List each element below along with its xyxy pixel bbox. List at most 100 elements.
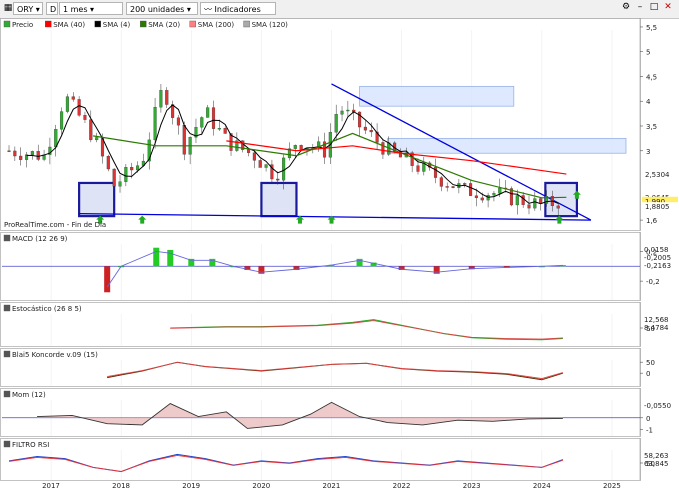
candle-body (293, 145, 297, 149)
y-tick-label: 5 (646, 49, 650, 57)
legend-swatch (3, 234, 11, 242)
value-label: 8,4784 (644, 324, 669, 332)
legend-swatch (3, 20, 11, 28)
y-tick-label: 4 (646, 98, 651, 106)
legend-label: SMA (40) (53, 21, 85, 29)
candle-body (135, 165, 140, 171)
value-label: -0,0550 (644, 402, 671, 410)
rsi-panel: FILTRO RSI5058,26363,845 (0, 438, 669, 481)
momentum-panel: Mom (12) 0 -1 -0,0550 (0, 388, 671, 437)
value-label: 58,263 (644, 452, 669, 460)
indicators-label: Indicadores (214, 5, 261, 14)
candle-body (439, 177, 443, 187)
candle-body (36, 151, 40, 160)
value-label: -0,2005 (644, 254, 671, 262)
highlight-box (78, 181, 116, 218)
y-tick-label: 3,5 (646, 123, 657, 131)
candle-body (95, 137, 99, 141)
candle-body (363, 126, 367, 131)
x-tick-label: 2021 (323, 482, 341, 490)
candle-body (89, 119, 93, 141)
y-tick-label: 4,5 (646, 73, 657, 81)
y-tick-label: 3 (646, 148, 650, 156)
candle-body (381, 142, 385, 155)
value-label: 63,845 (644, 460, 669, 468)
x-tick-label: 2017 (42, 482, 60, 490)
x-tick-label: 2018 (112, 482, 130, 490)
y-tick-label: 1,6 (646, 217, 658, 225)
legend-label: FILTRO RSI (12, 441, 49, 449)
resistance-box (387, 137, 627, 154)
price-panel: Precio SMA (40) SMA (4) SMA (20) SMA (200) SM… (0, 18, 678, 231)
symbol-select[interactable]: ORY ▾ (13, 2, 43, 15)
candle-body (334, 114, 338, 133)
candle-body (13, 150, 17, 157)
candle-body (258, 160, 262, 168)
indicators-button[interactable]: 〰 Indicadores (200, 2, 276, 15)
macd-bar (167, 249, 174, 267)
y-tick-label: 5,5 (646, 24, 657, 32)
candle-body (492, 193, 496, 196)
value-label: 0,0158 (644, 246, 669, 254)
period-select[interactable]: 1 mes ▾ (59, 2, 123, 15)
candle-body (533, 198, 537, 209)
x-tick-label: 2020 (252, 482, 270, 490)
candle-body (282, 157, 286, 181)
legend-label: Mom (12) (12, 391, 46, 399)
candle-body (206, 107, 210, 118)
candle-body (112, 168, 116, 187)
candle-body (153, 107, 157, 141)
candle-body (223, 128, 227, 134)
candle-body (480, 197, 484, 201)
maximize-icon[interactable]: □ (648, 1, 660, 14)
candle-body (182, 125, 186, 155)
settings-icon[interactable]: ⚙ (620, 1, 632, 14)
candle-body (77, 99, 81, 116)
period-d-button[interactable]: D (46, 2, 58, 15)
close-icon[interactable]: ✕ (662, 1, 674, 14)
candle-body (515, 195, 519, 206)
legend-swatch (3, 440, 11, 448)
legend-label: Precio (12, 21, 33, 29)
chart-area: Precio SMA (40) SMA (4) SMA (20) SMA (200) SM… (0, 18, 678, 490)
candle-body (451, 186, 455, 188)
candle-body (299, 145, 303, 150)
candle-body (474, 195, 478, 199)
candle-body (469, 183, 473, 196)
minimize-icon[interactable]: – (634, 1, 646, 14)
legend-swatch (94, 20, 102, 28)
legend-label: Estocástico (26 8 5) (12, 305, 82, 313)
macd-bar (153, 247, 160, 267)
candle-body (416, 165, 420, 172)
candle-body (521, 195, 525, 205)
candle-body (124, 167, 128, 182)
candle-body (19, 155, 23, 160)
highlight-box (544, 181, 579, 218)
legend-label: SMA (20) (148, 21, 180, 29)
candle-body (340, 110, 344, 115)
value-label: -0,2163 (644, 262, 671, 270)
candle-body (463, 183, 467, 185)
units-select[interactable]: 200 unidades ▾ (126, 2, 198, 15)
candle-body (30, 151, 34, 155)
legend-label: Blai5 Koncorde v.09 (15) (12, 351, 98, 359)
legend-swatch (3, 390, 11, 398)
legend-swatch (3, 350, 11, 358)
candle-body (7, 150, 11, 152)
candle-body (369, 130, 373, 133)
highlight-box (260, 181, 298, 218)
price-label: 1,8805 (645, 203, 670, 211)
blai5-panel: Blai5 Koncorde v.09 (15) 50 0 (0, 348, 655, 387)
y-tick-label: 50 (646, 359, 655, 367)
x-tick-label: 2024 (533, 482, 551, 490)
legend-label: MACD (12 26 9) (12, 235, 68, 243)
y-tick-label: -0,2 (646, 278, 660, 286)
candle-body (159, 90, 163, 108)
units-label: 200 unidades (130, 5, 185, 14)
period-label: 1 mes (63, 5, 88, 14)
candle-body (65, 96, 69, 112)
candle-body (83, 115, 87, 120)
candle-body (217, 128, 221, 130)
candle-body (498, 187, 502, 194)
candle-body (118, 181, 122, 187)
